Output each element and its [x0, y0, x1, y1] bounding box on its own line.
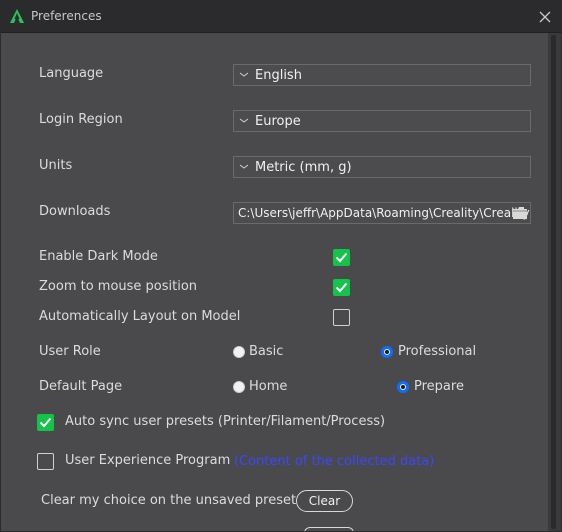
preferences-window: Preferences Language English Login Regio… [0, 0, 562, 532]
user-experience-checkbox[interactable] [37, 453, 54, 470]
auto-sync-checkbox[interactable] [37, 414, 54, 431]
folder-icon[interactable] [512, 206, 528, 220]
scrollbar-thumb[interactable] [551, 35, 556, 529]
default-page-home-radio[interactable] [233, 381, 245, 393]
clear-button[interactable]: Clear [296, 490, 353, 512]
language-label: Language [39, 66, 104, 81]
chevron-down-icon [239, 164, 255, 170]
units-label: Units [39, 158, 73, 173]
login-region-label: Login Region [39, 112, 123, 127]
auto-sync-label: Auto sync user presets (Printer/Filament… [65, 414, 386, 429]
language-dropdown[interactable]: English [233, 64, 531, 86]
default-page-label: Default Page [39, 379, 123, 394]
default-page-prepare-label[interactable]: Prepare [414, 379, 464, 394]
downloads-label: Downloads [39, 204, 111, 219]
close-button[interactable] [535, 7, 555, 27]
units-dropdown[interactable]: Metric (mm, g) [233, 156, 531, 178]
checkmark-icon [335, 282, 348, 293]
dark-mode-label: Enable Dark Mode [39, 249, 158, 264]
clear-choice-label: Clear my choice on the unsaved presets. [41, 493, 308, 508]
login-region-value: Europe [255, 113, 301, 129]
checkmark-icon [39, 417, 52, 428]
chevron-down-icon [239, 118, 255, 124]
auto-layout-label: Automatically Layout on Model [39, 309, 241, 324]
zoom-to-mouse-checkbox[interactable] [333, 279, 350, 296]
default-page-prepare-radio[interactable] [397, 381, 409, 393]
chevron-down-icon [239, 72, 255, 78]
checkmark-icon [335, 252, 348, 263]
preferences-content: Language English Login Region Europe Uni… [1, 33, 546, 531]
default-page-home-label[interactable]: Home [249, 379, 287, 394]
vertical-scrollbar[interactable] [548, 33, 561, 531]
downloads-path-field[interactable]: C:\Users\jeffr\AppData\Roaming\Creality\… [233, 202, 531, 224]
close-icon [539, 11, 551, 23]
login-region-dropdown[interactable]: Europe [233, 110, 531, 132]
user-role-label: User Role [39, 344, 101, 359]
language-value: English [255, 67, 302, 83]
user-role-basic-radio[interactable] [233, 346, 245, 358]
window-title: Preferences [31, 9, 102, 23]
units-value: Metric (mm, g) [255, 159, 352, 175]
zoom-to-mouse-label: Zoom to mouse position [39, 279, 198, 294]
offscreen-button[interactable] [304, 527, 354, 531]
user-role-professional-radio[interactable] [381, 346, 393, 358]
user-experience-label: User Experience Program [65, 453, 231, 468]
title-bar: Preferences [1, 1, 561, 33]
creality-logo-icon [10, 9, 24, 23]
user-role-professional-label[interactable]: Professional [398, 344, 476, 359]
user-role-basic-label[interactable]: Basic [249, 344, 283, 359]
collected-data-link[interactable]: (Content of the collected data) [234, 454, 434, 469]
auto-layout-checkbox[interactable] [333, 309, 350, 326]
dark-mode-checkbox[interactable] [333, 249, 350, 266]
